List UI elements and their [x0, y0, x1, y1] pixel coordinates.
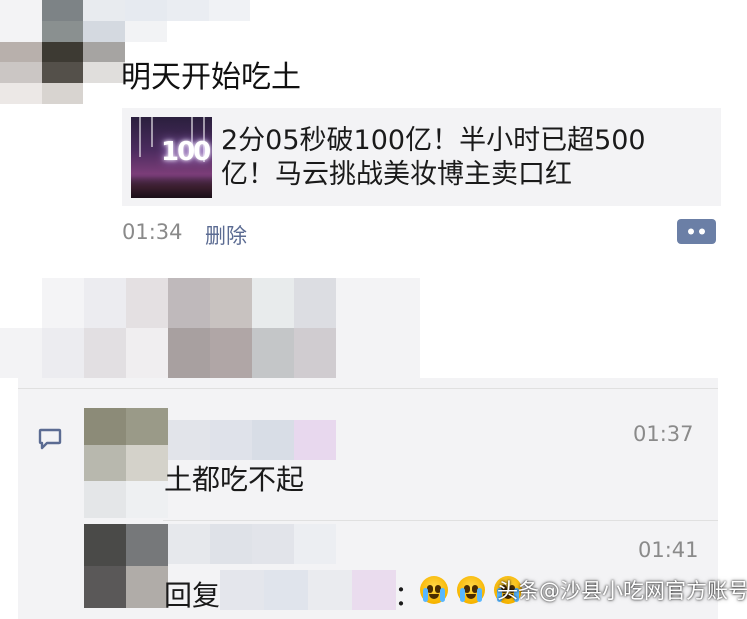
thumbnail-text: 100: [161, 137, 211, 167]
commenter-avatar-2: [84, 524, 168, 608]
commenter-name-1[interactable]: [168, 420, 336, 460]
reply-target-name[interactable]: [220, 570, 396, 610]
reply-prefix: 回复: [164, 579, 221, 612]
watermark-text: 头条@沙县小吃网官方账号: [497, 579, 747, 603]
post-text: 明天开始吃土: [121, 60, 301, 95]
comment-timestamp: 01:41: [638, 538, 699, 562]
reply-separator: ：: [394, 579, 423, 612]
commenter-avatar-1: [84, 408, 168, 518]
commenter-name-2[interactable]: [168, 524, 336, 564]
comment-text: 土都吃不起: [164, 463, 305, 496]
comment-divider: [163, 520, 718, 521]
link-thumbnail: 100: [131, 117, 212, 198]
delete-button[interactable]: 删除: [205, 220, 247, 250]
blurred-likes-row: [0, 278, 420, 378]
likes-divider: [18, 388, 718, 389]
post-timestamp: 01:34: [122, 220, 183, 244]
crying-face-emoji: [457, 576, 485, 604]
crying-face-emoji: [420, 576, 448, 604]
more-dots-icon[interactable]: [677, 217, 716, 246]
comment-bubble-icon: [38, 428, 62, 450]
link-title[interactable]: 2分05秒破100亿！半小时已超500亿！马云挑战美妆博主卖口红: [221, 124, 691, 192]
comment-timestamp: 01:37: [633, 422, 694, 446]
